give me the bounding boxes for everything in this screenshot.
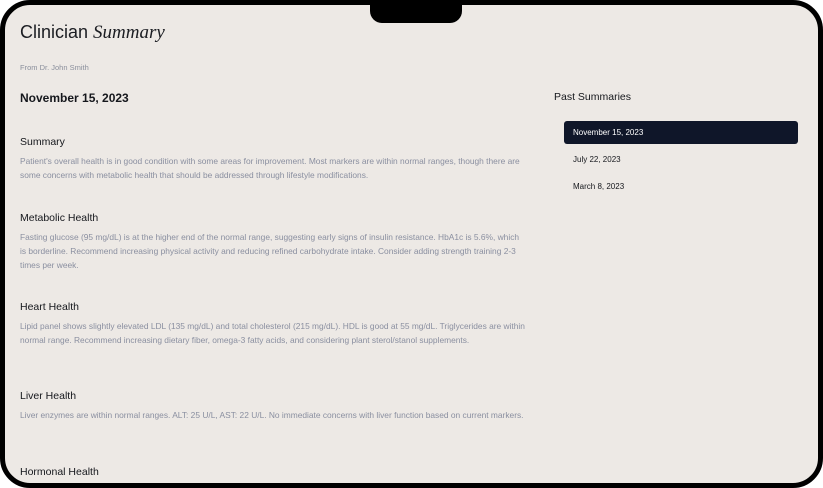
- report-date: November 15, 2023: [20, 91, 129, 105]
- past-summaries-list: November 15, 2023 July 22, 2023 March 8,…: [564, 121, 798, 202]
- past-summary-item-jul-22-2023[interactable]: July 22, 2023: [564, 148, 798, 171]
- section-title: Heart Health: [20, 301, 79, 313]
- section-liver-health: Liver Health Liver enzymes are within no…: [20, 390, 525, 422]
- past-summary-item-nov-15-2023[interactable]: November 15, 2023: [564, 121, 798, 144]
- past-summaries-heading: Past Summaries: [554, 91, 632, 103]
- page-title-plain: Clinician: [20, 22, 89, 42]
- section-title: Hormonal Health: [20, 466, 99, 478]
- past-summary-item-mar-8-2023[interactable]: March 8, 2023: [564, 175, 798, 198]
- section-body: Patient's overall health is in good cond…: [20, 156, 520, 180]
- tablet-frame: Clinician Summary From Dr. John Smith No…: [0, 0, 823, 488]
- camera-notch: [370, 5, 462, 23]
- page-title-italic: Summary: [93, 22, 165, 43]
- author-line: From Dr. John Smith: [20, 63, 89, 72]
- section-title: Metabolic Health: [20, 212, 99, 224]
- section-title: Liver Health: [20, 390, 77, 402]
- section-body: Liver enzymes are within normal ranges. …: [20, 410, 524, 420]
- page-title: Clinician Summary: [20, 22, 165, 44]
- section-body: Fasting glucose (95 mg/dL) is at the hig…: [20, 232, 520, 270]
- section-metabolic-health: Metabolic Health Fasting glucose (95 mg/…: [20, 212, 525, 272]
- section-heart-health: Heart Health Lipid panel shows slightly …: [20, 301, 525, 347]
- section-summary: Summary Patient's overall health is in g…: [20, 136, 525, 182]
- section-body: Lipid panel shows slightly elevated LDL …: [20, 321, 525, 345]
- section-title: Summary: [20, 136, 65, 148]
- section-hormonal-health: Hormonal Health: [20, 466, 525, 483]
